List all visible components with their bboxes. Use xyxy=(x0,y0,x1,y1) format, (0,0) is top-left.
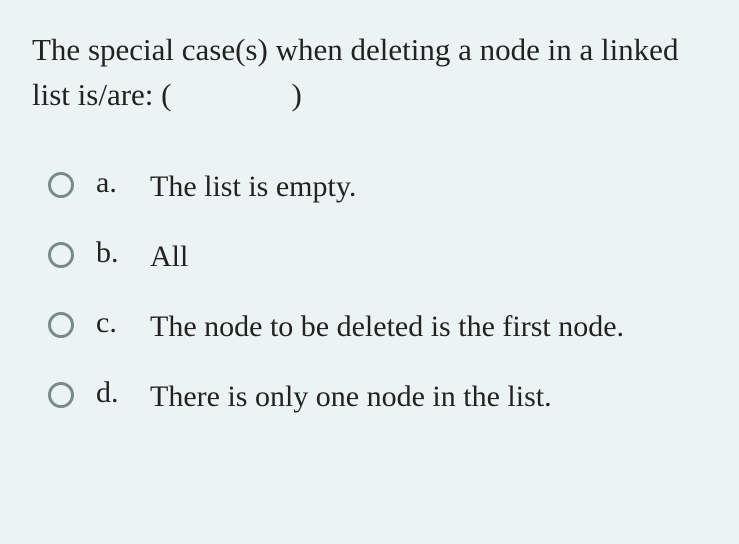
option-text: There is only one node in the list. xyxy=(150,376,552,418)
option-b[interactable]: b. All xyxy=(48,236,707,278)
radio-icon[interactable] xyxy=(48,242,74,268)
option-label: a. xyxy=(92,166,132,200)
option-c[interactable]: c. The node to be deleted is the first n… xyxy=(48,306,707,348)
question-text: The special case(s) when deleting a node… xyxy=(32,28,707,118)
question-stem-after: ) xyxy=(291,77,301,112)
quiz-container: The special case(s) when deleting a node… xyxy=(0,0,739,438)
radio-icon[interactable] xyxy=(48,172,74,198)
option-label: c. xyxy=(92,306,132,340)
option-text: The list is empty. xyxy=(150,166,356,208)
radio-icon[interactable] xyxy=(48,382,74,408)
option-label: b. xyxy=(92,236,132,270)
option-text: All xyxy=(150,236,188,278)
option-d[interactable]: d. There is only one node in the list. xyxy=(48,376,707,418)
option-label: d. xyxy=(92,376,132,410)
option-a[interactable]: a. The list is empty. xyxy=(48,166,707,208)
radio-icon[interactable] xyxy=(48,312,74,338)
option-text: The node to be deleted is the first node… xyxy=(150,306,624,348)
options-list: a. The list is empty. b. All c. The node… xyxy=(32,166,707,418)
question-stem-before: The special case(s) when deleting a node… xyxy=(32,32,678,112)
